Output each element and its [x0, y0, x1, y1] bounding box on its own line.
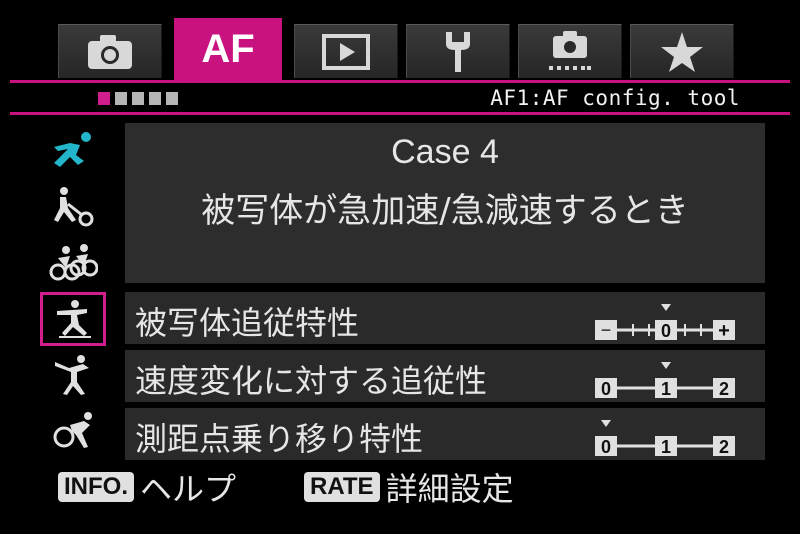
footer-help: INFO. ヘルプ RATE 詳細設定: [58, 464, 514, 510]
page-dot: [166, 92, 178, 105]
case-1-item[interactable]: [40, 123, 106, 179]
param-label: 速度変化に対する追従性: [135, 362, 488, 400]
play-icon: [322, 33, 370, 70]
tab-af[interactable]: AF: [174, 18, 282, 80]
case-subtitle: 被写体が急加速/急減速するとき: [201, 191, 689, 231]
current-value-marker: [661, 304, 671, 311]
page-dot: [115, 92, 127, 105]
param-label: 測距点乗り移り特性: [135, 420, 424, 458]
gymnast-icon: [55, 355, 89, 395]
tab-playback[interactable]: [294, 24, 398, 78]
tab-setup[interactable]: [406, 24, 510, 78]
page-indicator: [98, 92, 178, 105]
page-dot: [98, 92, 110, 105]
cyclists-icon: [49, 244, 98, 281]
scale-label-1: 1: [661, 379, 671, 399]
case-2-item[interactable]: [40, 179, 106, 235]
tab-shooting[interactable]: [58, 24, 162, 78]
menu-tabs: AF: [58, 18, 748, 80]
scale-zero-label: 0: [661, 321, 671, 341]
rate-button-badge[interactable]: RATE: [304, 471, 380, 503]
custom-camera-icon: [549, 30, 591, 70]
tab-mymenu[interactable]: [630, 24, 734, 78]
skater-icon: [57, 300, 91, 338]
tab-custom[interactable]: [518, 24, 622, 78]
scale-label-2: 2: [719, 437, 729, 457]
case-6-item[interactable]: [40, 403, 106, 459]
param-row-tracking-sensitivity[interactable]: 被写体追従特性 − 0 +: [125, 292, 765, 344]
case-list: [40, 123, 106, 459]
current-value-marker: [661, 362, 671, 369]
page-dot: [132, 92, 144, 105]
page-dot: [149, 92, 161, 105]
tracking-sensitivity-scale: − 0 +: [595, 304, 735, 342]
case-3-item[interactable]: [40, 235, 106, 291]
case-5-item[interactable]: [40, 347, 106, 403]
case-4-item[interactable]: [40, 292, 106, 346]
wrench-icon: [446, 31, 470, 72]
param-label: 被写体追従特性: [135, 304, 360, 342]
scale-min-label: −: [601, 320, 612, 340]
info-help-text: ヘルプ: [140, 470, 237, 508]
camera-icon: [88, 34, 132, 69]
tennis-player-icon: [54, 187, 94, 227]
af-point-switching-scale: 0 1 2: [595, 420, 735, 457]
param-row-af-point-switching[interactable]: 測距点乗り移り特性 0 1 2: [125, 408, 765, 460]
menu-title: AF1:AF config. tool: [490, 86, 740, 110]
rate-detail-text: 詳細設定: [385, 470, 514, 508]
scale-label-2: 2: [719, 379, 729, 399]
info-button-badge[interactable]: INFO.: [58, 471, 134, 503]
scale-label-0: 0: [601, 437, 611, 457]
tab-af-label: AF: [201, 26, 255, 71]
scale-max-label: +: [718, 320, 730, 342]
case-description-panel: Case 4 被写体が急加速/急減速するとき: [125, 123, 765, 283]
header-divider: [10, 112, 790, 115]
star-icon: [661, 31, 703, 72]
sprinter-icon: [53, 412, 92, 448]
case-title: Case 4: [391, 133, 499, 171]
current-value-marker: [601, 420, 611, 427]
scale-label-1: 1: [661, 437, 671, 457]
param-row-accel-decel-tracking[interactable]: 速度変化に対する追従性 0 1 2: [125, 350, 765, 402]
accel-decel-scale: 0 1 2: [595, 362, 735, 399]
scale-label-0: 0: [601, 379, 611, 399]
tab-underline: [10, 80, 790, 83]
runner-icon: [54, 132, 91, 167]
